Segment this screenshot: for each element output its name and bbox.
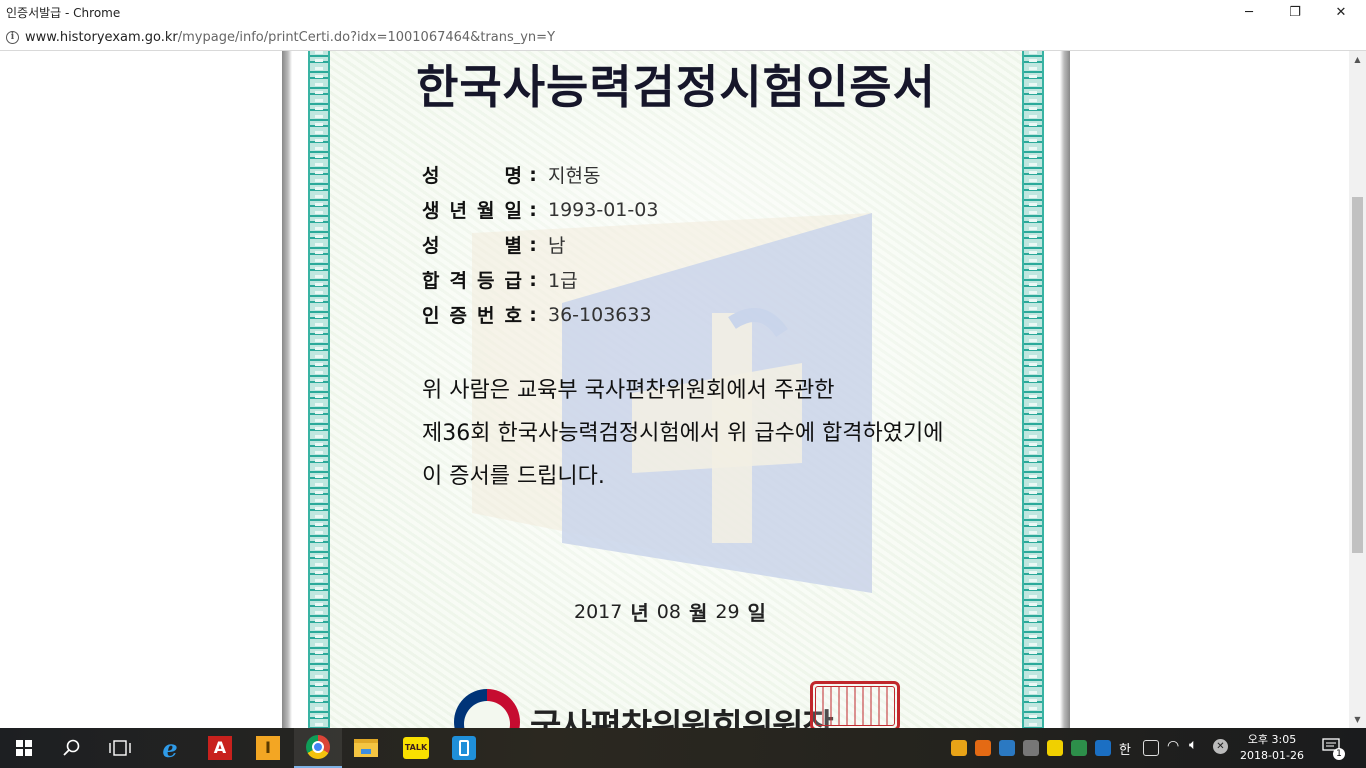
certificate-title: 한국사능력검정시험인증서	[416, 60, 936, 114]
field-gender: 성 별 : 남	[422, 227, 658, 262]
kakaotalk-icon: TALK	[403, 737, 429, 759]
taskbar-file-explorer[interactable]	[342, 728, 390, 768]
tray-kakaotalk-icon[interactable]	[1047, 740, 1063, 756]
chrome-icon	[306, 735, 330, 759]
taskbar-kakaotalk[interactable]: TALK	[392, 728, 440, 768]
notification-count-badge: 1	[1333, 748, 1345, 760]
taskbar: e A I TALK 한 ◠ 🔈︎ ✕ 오후 3:05 2018-01-26 1	[0, 728, 1366, 768]
tray-app-a-icon[interactable]	[1071, 740, 1087, 756]
app-blue-icon	[452, 736, 476, 760]
url-text[interactable]: www.historyexam.go.kr/mypage/info/printC…	[25, 30, 555, 45]
taskbar-clock[interactable]: 오후 3:05 2018-01-26	[1236, 732, 1308, 764]
field-value: 1993-01-03	[548, 198, 659, 221]
task-view-icon	[109, 740, 131, 756]
statement-line: 위 사람은 교육부 국사편찬위원회에서 주관한	[422, 378, 835, 403]
field-label: 합 격 등 급	[422, 270, 522, 292]
field-label: 성 명	[422, 165, 522, 187]
taskbar-chrome[interactable]	[294, 728, 342, 768]
statement-line: 제36회 한국사능력검정시험에서 위 급수에 합격하였기에	[422, 421, 944, 446]
url-path: /mypage/info/printCerti.do?idx=100106746…	[177, 30, 556, 45]
minimize-button[interactable]: ─	[1226, 0, 1272, 24]
tray-app-k-icon[interactable]	[1095, 740, 1111, 756]
field-label: 생 년 월 일	[422, 200, 522, 222]
window-title-bar: 인증서발급 - Chrome ─ ❐ ✕	[0, 0, 1366, 24]
close-button[interactable]: ✕	[1318, 0, 1364, 24]
taskbar-acrobat[interactable]: A	[196, 728, 244, 768]
field-name: 성 명 : 지현동	[422, 157, 658, 192]
field-value: 지현동	[548, 165, 601, 187]
start-button[interactable]	[0, 728, 48, 768]
close-icon: ✕	[1335, 4, 1347, 20]
statement-line: 이 증서를 드립니다.	[422, 464, 605, 489]
clock-date: 2018-01-26	[1240, 749, 1304, 762]
blocked-icon[interactable]: ✕	[1213, 739, 1228, 754]
search-icon	[63, 739, 80, 756]
vertical-scrollbar[interactable]: ▲ ▼	[1349, 51, 1366, 728]
app-i-icon: I	[256, 736, 280, 760]
address-bar[interactable]: i www.historyexam.go.kr/mypage/info/prin…	[0, 24, 1366, 51]
tray-network-adapter-icon[interactable]	[1143, 740, 1159, 756]
file-explorer-icon	[354, 739, 378, 757]
tray-shield-icon[interactable]	[999, 740, 1015, 756]
scroll-thumb[interactable]	[1352, 197, 1363, 553]
windows-start-icon	[16, 740, 32, 756]
certificate: 한국사능력검정시험인증서 성 명 : 지현동 생 년 월 일 : 1993-01…	[292, 51, 1060, 728]
url-host: www.historyexam.go.kr	[25, 30, 178, 45]
field-label: 인 증 번 호	[422, 305, 522, 327]
volume-icon[interactable]: 🔈︎	[1189, 737, 1197, 753]
field-value: 남	[548, 235, 566, 257]
certificate-border-left	[308, 51, 330, 728]
field-cert-number: 인 증 번 호 : 36-103633	[422, 297, 658, 332]
notification-center-button[interactable]: 1	[1322, 738, 1345, 760]
search-button[interactable]	[48, 728, 96, 768]
internet-explorer-icon: e	[162, 733, 178, 763]
field-grade: 합 격 등 급 : 1급	[422, 262, 658, 297]
issuer-name: 국사편찬위원회위원장	[530, 707, 834, 728]
field-label: 성 별	[422, 235, 522, 257]
ime-indicator[interactable]: 한	[1119, 739, 1131, 758]
field-birthdate: 생 년 월 일 : 1993-01-03	[422, 192, 658, 227]
official-seal-icon	[810, 681, 900, 728]
page-viewport: 한국사능력검정시험인증서 성 명 : 지현동 생 년 월 일 : 1993-01…	[0, 51, 1366, 728]
date-day: 29	[715, 600, 740, 623]
taskbar-app-i[interactable]: I	[244, 728, 292, 768]
field-value: 36-103633	[548, 303, 652, 326]
minimize-icon: ─	[1245, 4, 1253, 20]
date-year: 2017	[574, 600, 623, 623]
field-value: 1급	[548, 270, 578, 292]
date-month: 08	[656, 600, 681, 623]
certificate-statement: 위 사람은 교육부 국사편찬위원회에서 주관한 제36회 한국사능력검정시험에서…	[422, 369, 944, 498]
window-title: 인증서발급 - Chrome	[6, 6, 121, 20]
certificate-fields: 성 명 : 지현동 생 년 월 일 : 1993-01-03 성 별: 남 합…	[422, 157, 658, 332]
wifi-icon[interactable]: ◠	[1167, 738, 1179, 754]
taskbar-internet-explorer[interactable]: e	[146, 728, 194, 768]
task-view-button[interactable]	[96, 728, 144, 768]
restore-icon: ❐	[1289, 4, 1301, 20]
scroll-down-icon[interactable]: ▼	[1349, 711, 1366, 728]
site-info-icon[interactable]: i	[6, 31, 19, 44]
certificate-border-right	[1022, 51, 1044, 728]
tray-app-icon[interactable]	[951, 740, 967, 756]
restore-button[interactable]: ❐	[1272, 0, 1318, 24]
taskbar-app-blue[interactable]	[440, 728, 488, 768]
tray-usb-icon[interactable]	[1023, 740, 1039, 756]
clock-time: 오후 3:05	[1247, 733, 1297, 746]
acrobat-icon: A	[208, 736, 232, 760]
issue-date: 2017 년 08 월 29 일	[574, 600, 766, 626]
tray-app-icon[interactable]	[975, 740, 991, 756]
scroll-up-icon[interactable]: ▲	[1349, 51, 1366, 68]
